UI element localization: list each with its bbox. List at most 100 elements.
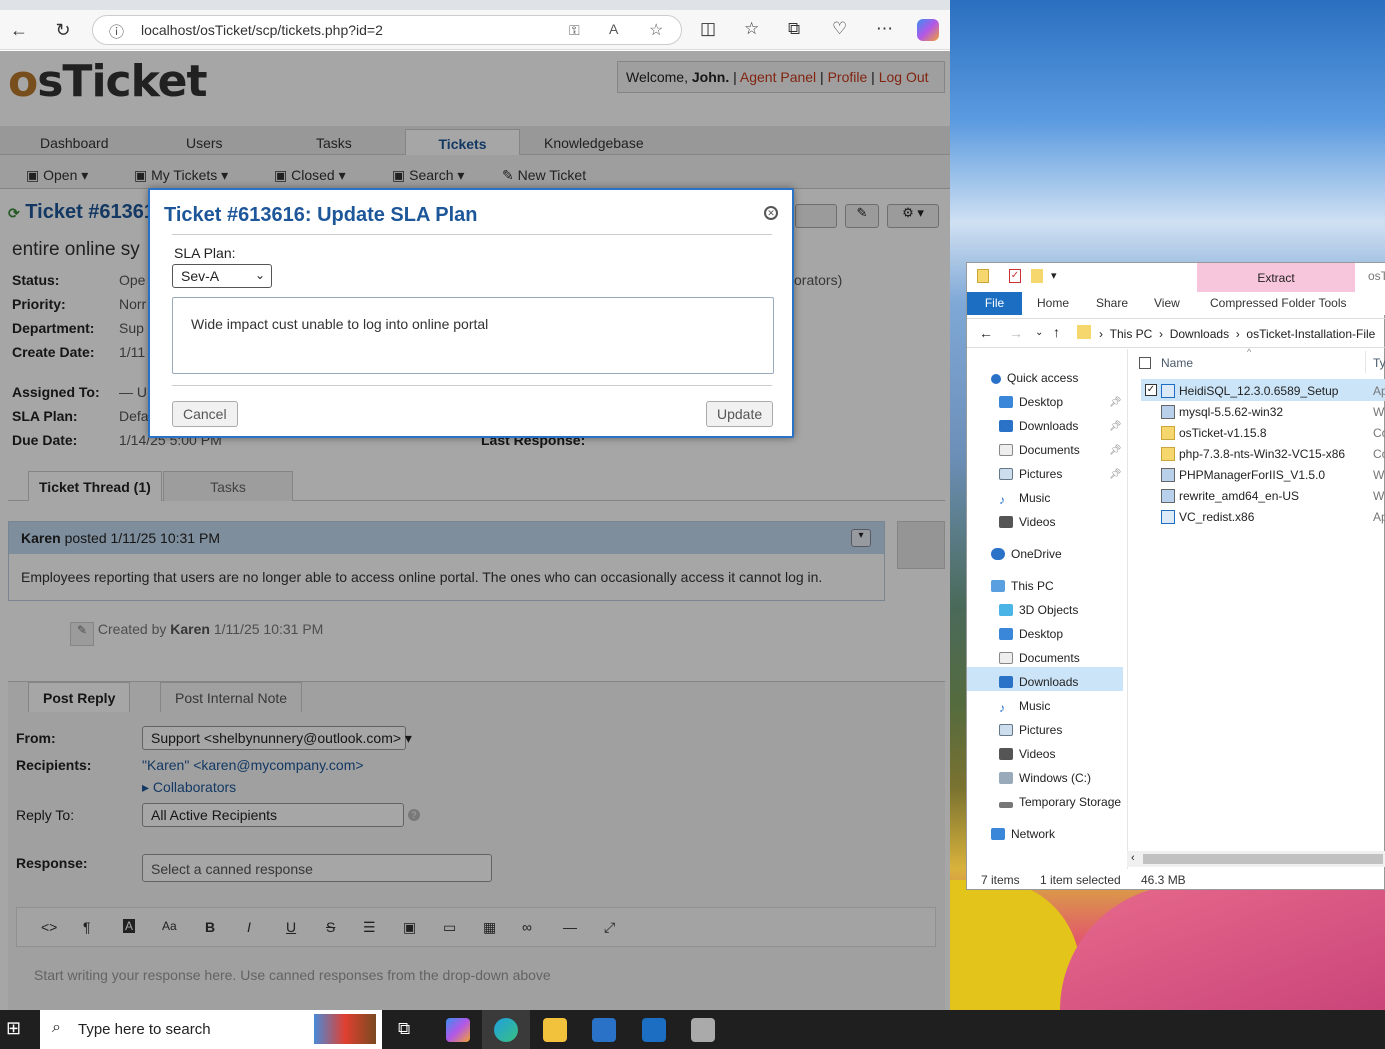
nav-pc-temporary-storage[interactable]: Temporary Storage (999, 795, 1121, 809)
update-sla-dialog: Ticket #613616: Update SLA Plan ✕ SLA Pl… (148, 188, 794, 438)
pictures-icon (999, 724, 1013, 736)
file-explorer-icon[interactable] (543, 1018, 567, 1042)
refresh-icon[interactable]: ↻ (52, 19, 74, 41)
recent-locations-icon[interactable]: ⌄ (1035, 327, 1043, 338)
mail-icon[interactable] (642, 1018, 666, 1042)
breadcrumb-current-folder[interactable]: osTicket-Installation-File (1246, 327, 1375, 341)
documents-icon (999, 444, 1013, 456)
ribbon-tab-file[interactable]: File (967, 292, 1022, 315)
row-checkbox[interactable]: ✓ (1145, 384, 1157, 396)
nav-qa-downloads[interactable]: Downloads (999, 419, 1078, 433)
copilot-taskbar-icon[interactable] (446, 1018, 470, 1042)
favorite-star-icon[interactable]: ☆ (649, 20, 663, 40)
breadcrumb-this-pc[interactable]: This PC (1110, 327, 1153, 341)
file-row[interactable]: rewrite_amd64_en-US (1179, 489, 1299, 503)
folder-icon (977, 269, 989, 283)
sort-caret-icon: ^ (1247, 347, 1252, 357)
nav-pc-documents[interactable]: Documents (999, 651, 1080, 665)
select-all-checkbox[interactable] (1139, 357, 1151, 369)
videos-icon (999, 748, 1013, 760)
read-aloud-icon[interactable]: A (609, 21, 618, 37)
file-row[interactable]: HeidiSQL_12.3.0.6589_Setup (1179, 384, 1338, 398)
forward-arrow-icon[interactable]: → (1009, 325, 1023, 341)
collections-icon[interactable]: ⧉ (788, 19, 800, 39)
search-icon: ⌕ (52, 1019, 61, 1036)
column-divider (1365, 351, 1366, 373)
nav-pc-downloads[interactable]: Downloads (999, 675, 1078, 689)
taskbar-search[interactable]: ⌕ Type here to search (40, 1010, 382, 1049)
file-row[interactable]: VC_redist.x86 (1179, 510, 1254, 524)
customize-qat-icon[interactable]: ▾ (1051, 269, 1057, 282)
up-arrow-icon[interactable]: ↑ (1053, 324, 1060, 340)
drive-icon (999, 802, 1013, 808)
nav-pc-windows-c[interactable]: Windows (C:) (999, 771, 1091, 785)
close-icon[interactable]: ✕ (764, 206, 778, 220)
windows-start-icon[interactable]: ⊞ (6, 1018, 21, 1039)
nav-quick-access[interactable]: Quick access (991, 371, 1078, 385)
search-placeholder: Type here to search (78, 1021, 211, 1038)
column-header-name[interactable]: Name (1161, 356, 1193, 370)
nav-label: Downloads (1019, 419, 1079, 433)
nav-pc-pictures[interactable]: Pictures (999, 723, 1062, 737)
pin-icon[interactable]: 📌︎ (1109, 397, 1122, 408)
extract-context-tab[interactable]: Extract (1197, 263, 1355, 292)
properties-icon[interactable]: ✓ (1009, 269, 1021, 283)
nav-this-pc[interactable]: This PC (991, 579, 1054, 593)
nav-pc-3d-objects[interactable]: 3D Objects (999, 603, 1078, 617)
browser-essentials-icon[interactable]: ♡ (832, 19, 847, 39)
desktop-icon (999, 396, 1013, 408)
nav-pc-videos[interactable]: Videos (999, 747, 1055, 761)
ribbon-tab-home[interactable]: Home (1037, 296, 1069, 310)
nav-qa-music[interactable]: ♪ Music (999, 491, 1050, 507)
new-folder-icon[interactable] (1031, 269, 1043, 283)
installer-package-icon (1161, 468, 1175, 482)
file-row[interactable]: mysql-5.5.62-win32 (1179, 405, 1283, 419)
file-type: W (1373, 468, 1385, 482)
nav-label: This PC (1011, 579, 1054, 593)
file-type: W (1373, 489, 1385, 503)
nav-pc-desktop[interactable]: Desktop (999, 627, 1063, 641)
split-screen-icon[interactable]: ◫ (700, 19, 716, 39)
info-icon[interactable]: ⓘ (109, 21, 124, 42)
horizontal-scrollbar[interactable]: ‹ (1127, 851, 1385, 867)
cancel-button[interactable]: Cancel (172, 401, 238, 427)
nav-onedrive[interactable]: OneDrive (991, 547, 1062, 561)
back-icon[interactable]: ← (8, 19, 30, 41)
more-menu-icon[interactable]: ⋯ (876, 19, 893, 39)
ribbon-tab-view[interactable]: View (1154, 296, 1180, 310)
pin-icon[interactable]: 📌︎ (1109, 469, 1122, 480)
task-view-icon[interactable]: ⧉ (398, 1019, 410, 1039)
file-row[interactable]: osTicket-v1.15.8 (1179, 426, 1267, 440)
breadcrumb-downloads[interactable]: Downloads (1170, 327, 1229, 341)
file-row[interactable]: PHPManagerForIIS_V1.5.0 (1179, 468, 1325, 482)
url-input[interactable]: ⓘ localhost/osTicket/scp/tickets.php?id=… (92, 15, 682, 45)
sla-plan-select[interactable]: Sev-A ⌄ (172, 264, 272, 288)
store-icon[interactable] (592, 1018, 616, 1042)
ribbon-tab-compressed-folder-tools[interactable]: Compressed Folder Tools (1210, 296, 1347, 310)
scroll-left-icon[interactable]: ‹ (1131, 852, 1135, 864)
copilot-icon[interactable] (917, 19, 939, 41)
key-icon[interactable]: ⚿ (569, 22, 580, 39)
nav-qa-pictures[interactable]: Pictures (999, 467, 1062, 481)
nav-qa-documents[interactable]: Documents (999, 443, 1080, 457)
app-icon[interactable] (691, 1018, 715, 1042)
computer-icon (991, 580, 1005, 592)
back-arrow-icon[interactable]: ← (979, 325, 993, 341)
nav-pc-music[interactable]: ♪ Music (999, 699, 1050, 715)
edge-icon[interactable] (494, 1018, 518, 1042)
nav-qa-videos[interactable]: Videos (999, 515, 1055, 529)
installer-icon (1161, 384, 1175, 398)
column-header-type[interactable]: Ty (1373, 356, 1385, 370)
videos-icon (999, 516, 1013, 528)
nav-network[interactable]: Network (991, 827, 1055, 841)
scrollbar-thumb[interactable] (1143, 854, 1383, 864)
ribbon-tab-share[interactable]: Share (1096, 296, 1128, 310)
nav-qa-desktop[interactable]: Desktop (999, 395, 1063, 409)
documents-icon (999, 652, 1013, 664)
pin-icon[interactable]: 📌︎ (1109, 445, 1122, 456)
file-row[interactable]: php-7.3.8-nts-Win32-VC15-x86 (1179, 447, 1345, 461)
comment-textarea[interactable]: Wide impact cust unable to log into onli… (172, 297, 774, 374)
favorites-icon[interactable]: ☆ (744, 19, 759, 39)
pin-icon[interactable]: 📌︎ (1109, 421, 1122, 432)
update-button[interactable]: Update (706, 401, 774, 427)
